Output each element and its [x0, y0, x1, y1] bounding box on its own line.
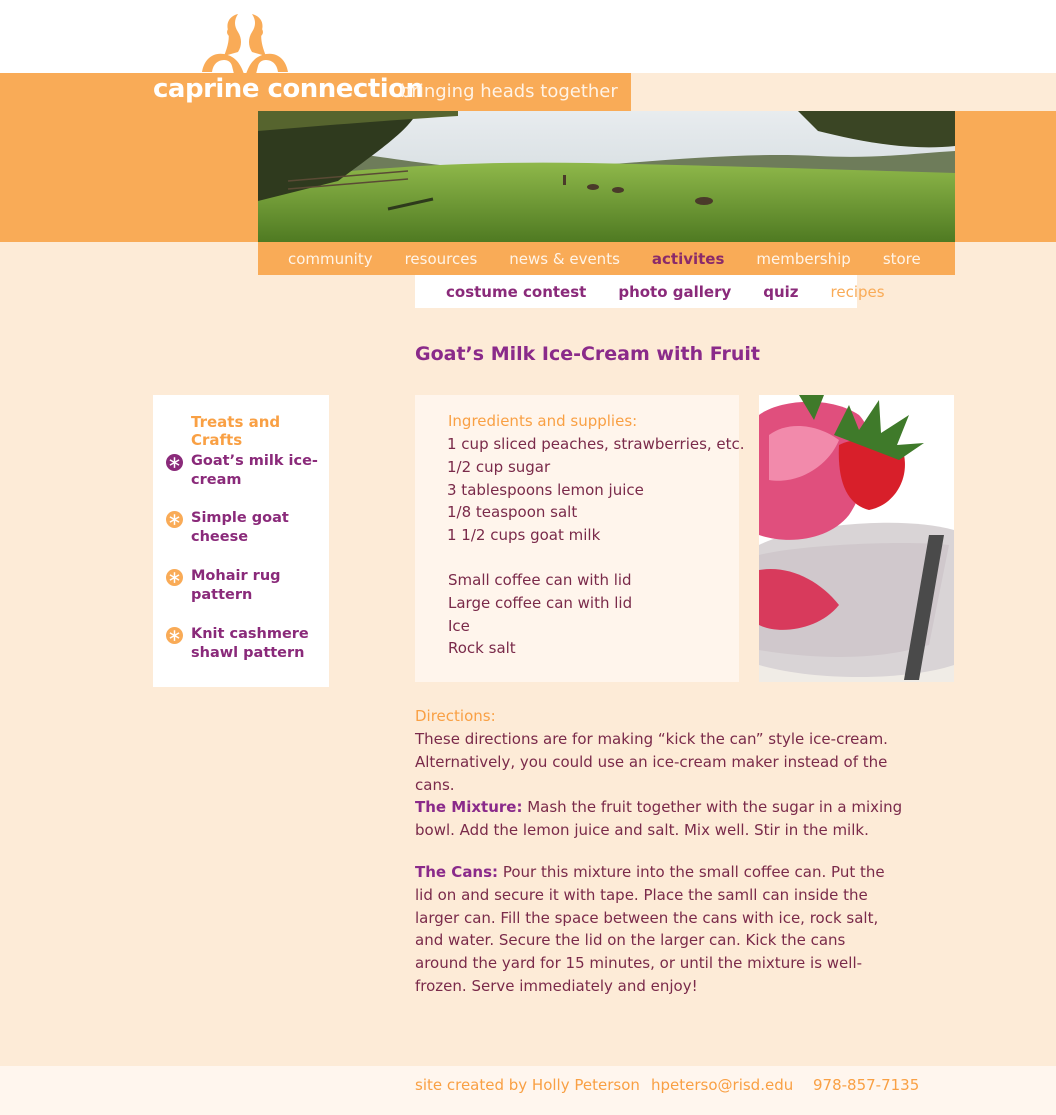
subnav-quiz[interactable]: quiz	[763, 283, 798, 301]
ingredients-heading: Ingredients and supplies:	[448, 412, 638, 430]
directions-heading: Directions:	[415, 707, 496, 725]
main-nav: community resources news & events activi…	[258, 242, 955, 275]
page-title: Goat’s Milk Ice-Cream with Fruit	[415, 343, 760, 365]
ice-cream-photo	[759, 395, 954, 682]
subnav-recipes[interactable]: recipes	[831, 283, 885, 301]
sidebar-item-label: Knit cashmere shawl pattern	[191, 626, 309, 661]
top-white-band	[0, 0, 1056, 73]
nav-membership[interactable]: membership	[756, 250, 850, 268]
ingredient-item: 1 1/2 cups goat milk	[447, 526, 601, 545]
ingredients-box: Ingredients and supplies: 1 cup sliced p…	[415, 395, 745, 682]
sub-nav: costume contest photo gallery quiz recip…	[415, 275, 885, 308]
nav-resources[interactable]: resources	[405, 250, 478, 268]
footer-credit: site created by Holly Peterson	[415, 1076, 640, 1094]
footer-email-link[interactable]: hpeterso@risd.edu	[651, 1076, 793, 1094]
nav-news-events[interactable]: news & events	[509, 250, 620, 268]
ingredient-item: 1 cup sliced peaches, strawberries, etc.	[447, 435, 745, 453]
sidebar-item-label: Goat’s milk ice-cream	[191, 453, 318, 488]
asterisk-bullet-icon	[166, 511, 183, 528]
asterisk-bullet-icon	[166, 569, 183, 586]
sidebar: Treats and Crafts Goat’s milk ice-cream …	[153, 395, 329, 687]
mixture-paragraph: The Mixture: Mash the fruit together wit…	[415, 796, 915, 842]
sidebar-item-mohair-rug-pattern[interactable]: Mohair rug pattern	[166, 567, 326, 605]
footer: site created by Holly Peterson hpeterso@…	[0, 1066, 1056, 1115]
supply-item: Large coffee can with lid	[448, 593, 633, 612]
subnav-photo-gallery[interactable]: photo gallery	[618, 283, 731, 301]
sidebar-item-goats-milk-ice-cream[interactable]: Goat’s milk ice-cream	[166, 452, 326, 490]
asterisk-bullet-icon	[166, 454, 183, 471]
sidebar-item-knit-cashmere-shawl[interactable]: Knit cashmere shawl pattern	[166, 625, 326, 663]
cans-text: Pour this mixture into the small coffee …	[415, 863, 885, 995]
sidebar-item-label: Mohair rug pattern	[191, 568, 281, 603]
hero-landscape-image	[258, 111, 955, 242]
sidebar-item-label: Simple goat cheese	[191, 510, 289, 545]
supplies-list: Small coffee can with lid Large coffee c…	[448, 569, 632, 660]
cans-lead: The Cans:	[415, 863, 499, 881]
nav-activites[interactable]: activites	[652, 250, 725, 268]
supply-item: Rock salt	[448, 639, 516, 658]
nav-store[interactable]: store	[883, 250, 921, 268]
asterisk-bullet-icon	[166, 627, 183, 644]
footer-phone: 978-857-7135	[813, 1076, 920, 1094]
ingredient-item: 3 tablespoons lemon juice	[447, 480, 644, 499]
nav-community[interactable]: community	[288, 250, 373, 268]
supply-item: Ice	[448, 616, 470, 635]
site-name[interactable]: caprine connection	[153, 74, 424, 104]
supply-item: Small coffee can with lid	[448, 571, 632, 589]
header-light-strip	[631, 73, 1056, 111]
ingredient-item: 1/8 teaspoon salt	[447, 503, 578, 522]
sidebar-item-simple-goat-cheese[interactable]: Simple goat cheese	[166, 509, 326, 547]
ingredient-item: 1/2 cup sugar	[447, 457, 551, 476]
ingredients-list: 1 cup sliced peaches, strawberries, etc.…	[447, 433, 745, 547]
site-tagline: bringing heads together	[400, 81, 618, 102]
sidebar-heading: Treats and Crafts	[191, 413, 281, 449]
cans-paragraph: The Cans: Pour this mixture into the sma…	[415, 861, 895, 998]
subnav-costume-contest[interactable]: costume contest	[446, 283, 586, 301]
goats-logo-icon[interactable]	[198, 12, 292, 76]
directions-intro: These directions are for making “kick th…	[415, 730, 888, 794]
mixture-lead: The Mixture:	[415, 798, 523, 816]
